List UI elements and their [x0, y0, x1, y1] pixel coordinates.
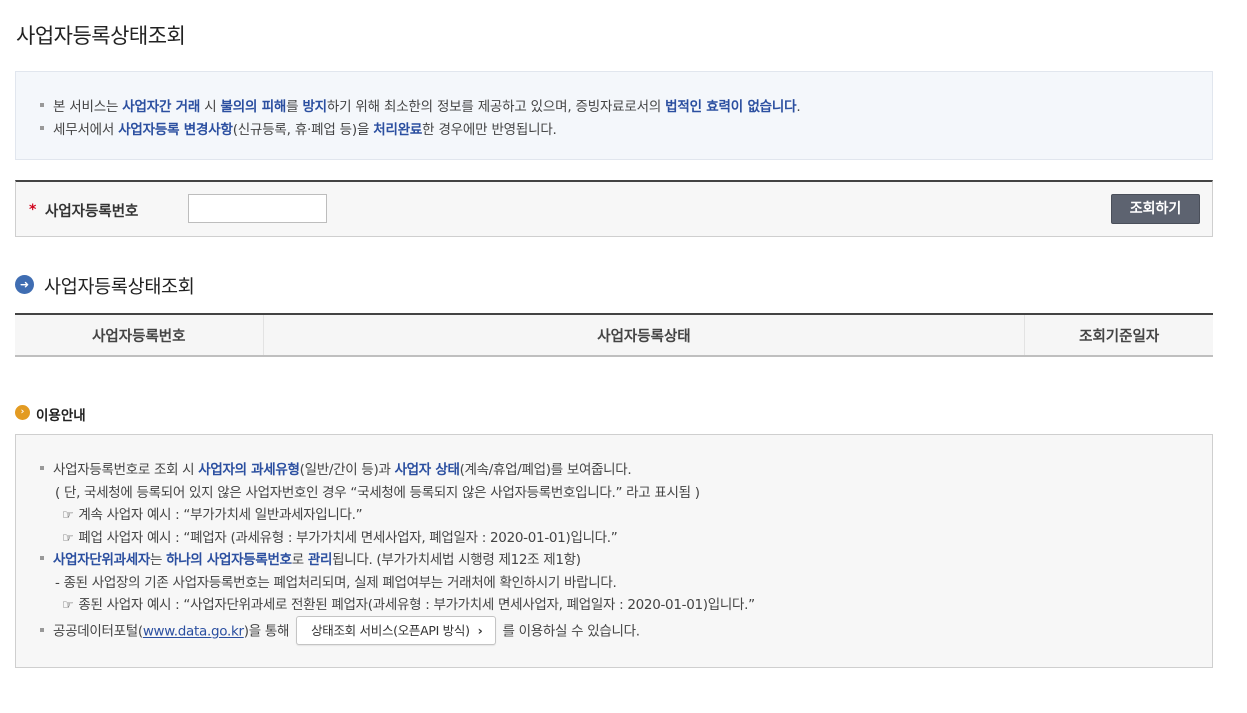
bullet-icon [40, 627, 44, 632]
guide-line-2: ( 단, 국세청에 등록되어 있지 않은 사업자번호인 경우 “국세청에 등록되… [55, 485, 700, 501]
pointing-hand-icon: ☞ [62, 531, 74, 546]
service-notice: 본 서비스는 사업자간 거래 시 불의의 피해를 방지하기 위해 최소한의 정보… [15, 71, 1213, 160]
circle-chevron-icon: › [15, 405, 30, 420]
column-header: 조회기준일자 [1024, 313, 1213, 357]
guide-line-6: - 종된 사업장의 기존 사업자등록번호는 폐업처리되며, 실제 폐업여부는 거… [55, 575, 617, 591]
search-button[interactable]: 조회하기 [1111, 194, 1200, 224]
required-mark: * [29, 202, 37, 218]
notice-line-2: 세무서에서 사업자등록 변경사항(신규등록, 휴·폐업 등)을 처리완료한 경우… [40, 118, 557, 138]
data-portal-link[interactable]: www.data.go.kr [143, 624, 244, 640]
guide-line-8: 공공데이터포털(www.data.go.kr)을 통해 상태조회 서비스(오픈A… [40, 616, 640, 646]
table-header-row: 사업자등록번호 사업자등록상태 조회기준일자 [15, 313, 1213, 357]
guide-line-5: 사업자단위과세자는 하나의 사업자등록번호로 관리됩니다. (부가가치세법 시행… [40, 548, 581, 568]
column-header: 사업자등록상태 [262, 313, 1025, 357]
result-table: 사업자등록번호 사업자등록상태 조회기준일자 [15, 313, 1213, 357]
bullet-icon [40, 556, 44, 560]
guide-line-1: 사업자등록번호로 조회 시 사업자의 과세유형(일반/간이 등)과 사업자 상태… [40, 458, 632, 478]
open-api-service-button[interactable]: 상태조회 서비스(오픈API 방식) › [296, 616, 496, 645]
circle-arrow-icon: ➜ [15, 275, 34, 294]
notice-line-1: 본 서비스는 사업자간 거래 시 불의의 피해를 방지하기 위해 최소한의 정보… [40, 95, 801, 115]
guide-line-4: ☞ 폐업 사업자 예시 : “폐업자 (과세유형 : 부가가치세 면세사업자, 폐… [62, 530, 618, 546]
guide-line-3: ☞ 계속 사업자 예시 : “부가가치세 일반과세자입니다.” [62, 507, 363, 523]
guide-title: 이용안내 [36, 408, 86, 424]
bullet-icon [40, 126, 44, 130]
bullet-icon [40, 103, 44, 107]
chevron-right-icon: › [477, 623, 483, 638]
column-header: 사업자등록번호 [15, 313, 264, 357]
business-number-input[interactable] [188, 194, 327, 223]
guide-line-7: ☞ 종된 사업자 예시 : “사업자단위과세로 전환된 폐업자(과세유형 : 부가… [62, 597, 755, 613]
pointing-hand-icon: ☞ [62, 508, 74, 523]
pointing-hand-icon: ☞ [62, 598, 74, 613]
search-form: * 사업자등록번호 조회하기 [15, 180, 1213, 237]
bullet-icon [40, 466, 44, 470]
guide-box: 사업자등록번호로 조회 시 사업자의 과세유형(일반/간이 등)과 사업자 상태… [15, 434, 1213, 668]
page-title: 사업자등록상태조회 [16, 24, 186, 48]
business-number-label: 사업자등록번호 [45, 204, 139, 220]
result-section-title: 사업자등록상태조회 [44, 277, 195, 298]
